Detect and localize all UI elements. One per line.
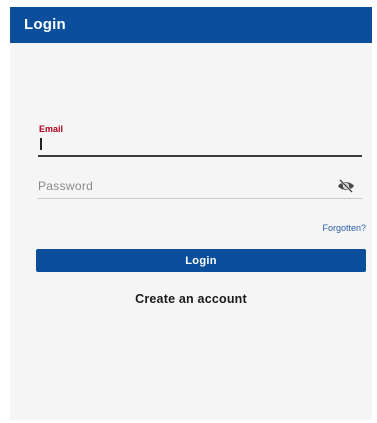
password-underline (38, 198, 362, 199)
text-cursor (40, 138, 42, 150)
email-input[interactable] (38, 136, 338, 154)
password-input[interactable] (38, 177, 318, 195)
page-title: Login (24, 16, 66, 33)
email-label: Email (39, 124, 64, 134)
login-screen: Login Email Forgotten? Login Create an a… (10, 7, 372, 420)
password-field[interactable] (38, 177, 362, 207)
email-underline (38, 155, 362, 157)
eye-off-icon[interactable] (336, 178, 356, 194)
create-account-link[interactable]: Create an account (10, 292, 372, 306)
login-button[interactable]: Login (36, 249, 366, 272)
email-field[interactable]: Email (38, 120, 362, 158)
forgot-password-link[interactable]: Forgotten? (322, 223, 366, 233)
app-bar: Login (10, 7, 372, 43)
